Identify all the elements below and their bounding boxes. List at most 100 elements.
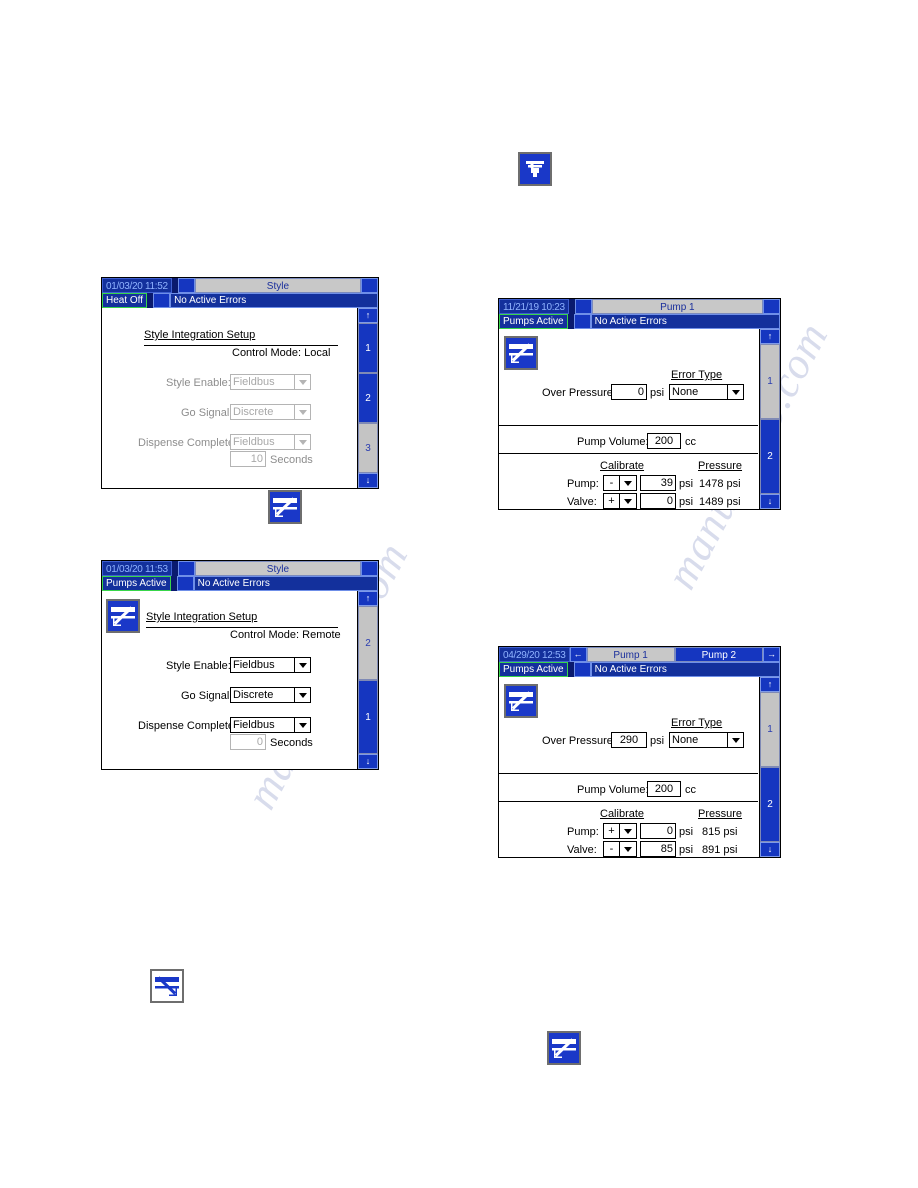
calibrate-valve-sign-value: + <box>608 495 615 507</box>
scroll-down-icon[interactable]: ↓ <box>358 473 378 488</box>
dispense-seconds-input[interactable]: 10 <box>230 451 266 467</box>
chevron-down-icon <box>294 688 310 702</box>
style-enable-label: Style Enable: <box>166 377 231 389</box>
over-pressure-input[interactable]: 290 <box>611 732 647 748</box>
calibrate-valve-sign-select[interactable]: - <box>603 841 637 857</box>
page-title: Style Integration Setup <box>144 329 256 341</box>
calibrate-pump-input[interactable]: 0 <box>640 823 676 839</box>
tab-style[interactable]: Style <box>194 561 361 576</box>
calibrate-valve-input[interactable]: 0 <box>640 493 676 509</box>
style-enable-select[interactable]: Fieldbus <box>230 657 311 673</box>
panel-body: Style Integration Setup Control Mode: Lo… <box>102 308 378 488</box>
page-button-2[interactable]: 2 <box>358 606 378 680</box>
style-enable-value: Fieldbus <box>233 376 275 388</box>
tab-pump-1[interactable]: Pump 1 <box>586 647 675 662</box>
valve-pressure-value: 1489 psi <box>699 496 741 508</box>
scroll-up-icon[interactable]: ↑ <box>760 329 780 344</box>
section-divider-2 <box>499 453 758 454</box>
integration-setup-icon[interactable] <box>547 1031 581 1065</box>
error-type-select[interactable]: None <box>669 384 744 400</box>
panel-content: Error Type Over Pressure: 290 psi None P… <box>499 677 759 857</box>
integration-setup-glyph <box>506 338 536 368</box>
pump-volume-unit: cc <box>685 784 696 796</box>
go-signal-select[interactable]: Discrete <box>230 687 311 703</box>
tab-pump-1[interactable]: Pump 1 <box>591 299 763 314</box>
prev-screen-arrow-icon[interactable]: ← <box>569 647 587 662</box>
dispense-complete-select[interactable]: Fieldbus <box>230 434 311 450</box>
panel-body: Error Type Over Pressure: 0 psi None Pum… <box>499 329 780 509</box>
error-type-header: Error Type <box>671 369 723 381</box>
integration-setup-icon[interactable] <box>106 599 140 633</box>
panel-titlebar: 01/03/20 11:53 Style <box>102 561 378 576</box>
page-button-1[interactable]: 1 <box>358 323 378 373</box>
next-screen-arrow-icon[interactable] <box>361 561 378 576</box>
chevron-down-icon <box>727 733 743 747</box>
scroll-down-icon[interactable]: ↓ <box>358 754 378 769</box>
page-navigator: ↑ 1 2 3 ↓ <box>357 308 378 488</box>
tab-style[interactable]: Style <box>194 278 361 293</box>
scroll-up-icon[interactable]: ↑ <box>358 591 378 606</box>
integration-setup-icon-outline[interactable] <box>150 969 184 1003</box>
integration-setup-glyph <box>270 492 300 522</box>
page-button-2[interactable]: 2 <box>760 767 780 842</box>
calibrate-valve-sign-select[interactable]: + <box>603 493 637 509</box>
page-button-1[interactable]: 1 <box>358 680 378 754</box>
calibrate-valve-input[interactable]: 85 <box>640 841 676 857</box>
status-indicator-box <box>153 293 171 308</box>
integration-setup-icon[interactable] <box>504 336 538 370</box>
page-button-1[interactable]: 1 <box>760 692 780 767</box>
calibrate-pump-unit: psi <box>679 478 694 490</box>
panel-titlebar: 11/21/19 10:23 Pump 1 <box>499 299 780 314</box>
scroll-down-icon[interactable]: ↓ <box>760 494 780 509</box>
tab-pump-2[interactable]: Pump 2 <box>674 647 763 662</box>
error-type-select[interactable]: None <box>669 732 744 748</box>
calibrate-pump-sign-select[interactable]: - <box>603 475 637 491</box>
calibrate-pump-input[interactable]: 39 <box>640 475 676 491</box>
clock-display: 04/29/20 12:53 <box>499 647 570 662</box>
error-status-text: No Active Errors <box>590 662 780 677</box>
dispense-seconds-input[interactable]: 0 <box>230 734 266 750</box>
scroll-down-icon[interactable]: ↓ <box>760 842 780 857</box>
panel-content: Style Integration Setup Control Mode: Lo… <box>102 308 357 488</box>
panel-statusbar: Pumps Active No Active Errors <box>102 576 378 591</box>
calibrate-pump-sign-value: - <box>609 477 614 489</box>
error-status-text: No Active Errors <box>170 293 378 308</box>
pump-volume-input[interactable]: 200 <box>647 433 681 449</box>
panel-statusbar: Pumps Active No Active Errors <box>499 314 780 329</box>
integration-setup-outline-glyph <box>152 971 182 1001</box>
integration-setup-icon[interactable] <box>268 490 302 524</box>
prev-screen-arrow-icon[interactable] <box>177 561 195 576</box>
go-signal-value: Discrete <box>233 689 274 701</box>
valve-pressure-value: 891 psi <box>702 844 738 856</box>
pump-volume-input[interactable]: 200 <box>647 781 681 797</box>
calibrate-pump-label: Pump: <box>567 478 599 490</box>
style-enable-select[interactable]: Fieldbus <box>230 374 311 390</box>
error-type-header: Error Type <box>671 717 723 729</box>
scroll-up-icon[interactable]: ↑ <box>358 308 378 323</box>
integration-setup-glyph <box>506 686 536 716</box>
dispense-complete-label: Dispense Complete: <box>138 720 238 732</box>
hmi-panel-style-remote: 01/03/20 11:53 Style Pumps Active No Act… <box>101 560 379 770</box>
scroll-up-icon[interactable]: ↑ <box>760 677 780 692</box>
next-screen-arrow-icon[interactable]: → <box>763 647 780 662</box>
applicator-icon[interactable] <box>518 152 552 186</box>
page-navigator: ↑ 2 1 ↓ <box>357 591 378 769</box>
next-screen-arrow-icon[interactable] <box>763 299 780 314</box>
prev-screen-arrow-icon[interactable] <box>177 278 195 293</box>
page-button-2[interactable]: 2 <box>760 419 780 494</box>
page-button-2[interactable]: 2 <box>358 373 378 423</box>
integration-setup-icon[interactable] <box>504 684 538 718</box>
hmi-panel-style-local: 01/03/20 11:52 Style Heat Off No Active … <box>101 277 379 489</box>
next-screen-arrow-icon[interactable] <box>361 278 378 293</box>
pressure-header: Pressure <box>698 808 743 820</box>
pump-volume-label: Pump Volume: <box>577 784 649 796</box>
over-pressure-input[interactable]: 0 <box>611 384 647 400</box>
page-button-1[interactable]: 1 <box>760 344 780 419</box>
prev-screen-arrow-icon[interactable] <box>574 299 592 314</box>
over-pressure-label: Over Pressure: <box>542 735 616 747</box>
page-button-3[interactable]: 3 <box>358 423 378 473</box>
calibrate-pump-sign-select[interactable]: + <box>603 823 637 839</box>
dispense-complete-select[interactable]: Fieldbus <box>230 717 311 733</box>
style-enable-value: Fieldbus <box>233 659 275 671</box>
go-signal-select[interactable]: Discrete <box>230 404 311 420</box>
